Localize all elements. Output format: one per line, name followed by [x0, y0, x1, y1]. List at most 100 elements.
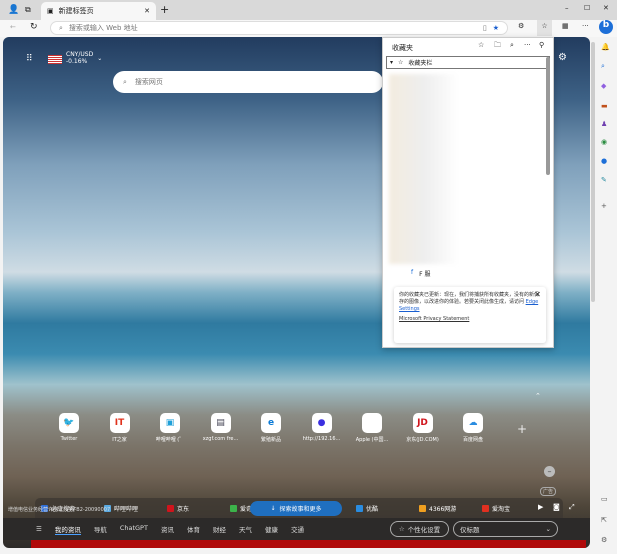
apps-grid-icon[interactable]: ⠿ [26, 54, 33, 64]
site-link-label: 爱淘宝 [492, 506, 511, 513]
back-button[interactable]: ← [10, 23, 16, 31]
favorite-star-icon[interactable]: ★ [493, 24, 499, 32]
site-link[interactable]: 爱淘宝 [482, 504, 510, 513]
quick-link-label: 哔哩哔哩 (゜ [155, 437, 185, 443]
chevron-down-icon[interactable]: ⌄ [97, 55, 102, 65]
quick-link[interactable]: ▣ 哔哩哔哩 (゜ [150, 413, 190, 443]
site-link-label: 京东 [177, 506, 190, 513]
web-search-box[interactable]: ⌕ 搜索网页 [113, 71, 383, 93]
more-icon[interactable]: ··· [582, 22, 589, 30]
add-folder-icon[interactable]: 🗀 [494, 41, 501, 52]
quick-link[interactable]: Apple (中国... [352, 413, 392, 443]
reading-view-icon[interactable]: ▯ [483, 24, 487, 32]
search-icon[interactable]: ⌕ [601, 62, 605, 71]
favorites-bar-folder[interactable]: ▾ ☆ 收藏夹栏 [386, 56, 550, 69]
quick-link[interactable]: IT IT之家 [100, 413, 140, 443]
outlook-icon[interactable]: ● [601, 157, 607, 165]
site-icon [419, 505, 426, 512]
bell-icon[interactable]: 🔔 [601, 43, 610, 51]
profile-icon[interactable]: 👤 [8, 5, 19, 15]
games-icon[interactable]: ♟ [601, 120, 607, 128]
chevron-down-icon: ⌄ [545, 525, 551, 533]
tag-icon[interactable]: ◆ [601, 82, 606, 90]
expand-icon[interactable]: ⤢ [569, 503, 575, 512]
workspaces-icon[interactable]: ⧉ [25, 5, 31, 15]
nav-tab[interactable]: 导航 [94, 524, 107, 535]
add-favorite-icon[interactable]: ☆ [478, 41, 484, 49]
tools-icon[interactable]: ✎ [601, 176, 607, 184]
nav-tab[interactable]: 资讯 [161, 524, 174, 535]
open-external-icon[interactable]: ⇱ [601, 516, 607, 524]
search-favorites-icon[interactable]: ⌕ [510, 41, 514, 50]
personalize-button[interactable]: ☆ 个性化设置 [390, 521, 449, 537]
play-icon[interactable]: ▶ [538, 503, 543, 511]
search-input[interactable]: 搜索网页 [135, 77, 163, 87]
page-icon: ▣ [47, 7, 54, 15]
tab-new-tab[interactable]: ▣ 新建标签页 ✕ [41, 2, 156, 20]
maximize-button[interactable]: ☐ [584, 4, 590, 12]
currency-change: -0.16% [66, 58, 88, 65]
minimize-button[interactable]: – [565, 4, 569, 12]
refresh-button[interactable]: ↻ [30, 22, 38, 32]
pin-icon[interactable]: ⚲ [539, 41, 544, 49]
more-options-icon[interactable]: ··· [524, 41, 531, 49]
edge-sidebar: 🔔 ⌕ ◆ ▬ ♟ ◉ ● ✎ + ▭ ⇱ ⚙ [591, 37, 617, 548]
address-input[interactable]: 搜索或输入 Web 地址 [69, 23, 477, 33]
menu-icon[interactable]: ☰ [36, 525, 42, 533]
copilot-icon[interactable]: b [599, 20, 613, 34]
new-tab-button[interactable]: + [160, 3, 169, 16]
layout-select[interactable]: 仅标题 ⌄ [453, 521, 558, 537]
toolbox-icon[interactable]: ▬ [601, 102, 608, 110]
add-sidebar-app-icon[interactable]: + [601, 202, 607, 210]
like-image-icon[interactable]: ◙ [553, 503, 560, 511]
nav-tab[interactable]: 财经 [213, 524, 226, 535]
quick-link[interactable]: ● http://192.16... [302, 413, 342, 442]
nav-tab[interactable]: 我的资讯 [54, 524, 81, 535]
nav-tab[interactable]: 天气 [239, 524, 252, 535]
currency-widget[interactable]: CNY/USD -0.16% ⌄ [48, 51, 102, 65]
scrollbar[interactable] [546, 57, 550, 175]
license-text[interactable]: 增值电信业务经营许可证: 合字B2-20090007 [8, 506, 110, 513]
site-icon: ☁ [463, 413, 483, 433]
add-quick-link-button[interactable]: + [517, 422, 527, 436]
quick-link[interactable]: 🐦 Twitter [49, 413, 89, 442]
quick-link[interactable]: ☁ 百度网盘 [453, 413, 493, 443]
sidebar-settings-icon[interactable]: ⚙ [601, 536, 607, 544]
site-link[interactable]: 4366网游 [419, 504, 456, 513]
quick-link[interactable]: e 繁殖新品 [251, 413, 291, 443]
nav-tab[interactable]: 交通 [291, 524, 304, 535]
favorite-item-label: F 服 [419, 271, 431, 278]
close-tab-icon[interactable]: ✕ [144, 7, 150, 15]
quick-link[interactable]: JD 京东(JD.COM) [403, 413, 443, 443]
split-screen-icon[interactable]: ▭ [601, 495, 608, 503]
close-notice-icon[interactable]: ✕ [534, 291, 541, 299]
favorites-title: 收藏夹 [392, 44, 413, 52]
address-bar[interactable]: ⌕ 搜索或输入 Web 地址 ▯ ★ [50, 21, 508, 35]
site-icon [230, 505, 237, 512]
folder-label: 收藏夹栏 [408, 60, 433, 67]
nav-tab[interactable]: ChatGPT [120, 524, 148, 535]
collections-icon[interactable]: ▦ [562, 22, 569, 30]
collapse-links-button[interactable]: – [544, 466, 555, 477]
site-icon [167, 505, 174, 512]
page-scrollbar[interactable] [591, 42, 595, 302]
favorite-item[interactable]: fF 服 [411, 269, 430, 278]
nav-tab[interactable]: 体育 [187, 524, 200, 535]
site-link[interactable]: 优酷 [356, 504, 378, 513]
quick-link-label: Apple (中国... [355, 437, 389, 443]
news-banner[interactable] [31, 540, 586, 548]
settings-gear-icon[interactable]: ⚙ [558, 52, 567, 63]
privacy-link[interactable]: Microsoft Privacy Statement [399, 316, 541, 323]
quick-link[interactable]: ▤ xzgf.com fre... [201, 413, 241, 442]
site-icon [482, 505, 489, 512]
nav-tab[interactable]: 健康 [265, 524, 278, 535]
caret-down-icon: ▾ [390, 59, 394, 66]
extensions-icon[interactable]: ⚙ [518, 22, 524, 30]
site-link[interactable]: 京东 [167, 504, 189, 513]
close-window-button[interactable]: ✕ [603, 4, 609, 12]
office-icon[interactable]: ◉ [601, 138, 607, 146]
collapse-up-icon[interactable]: ⌃ [535, 392, 541, 400]
favorites-button[interactable]: ☆ [537, 20, 552, 36]
personalize-label: 个性化设置 [407, 526, 441, 534]
explore-button[interactable]: ↓ 探索故事和更多 [250, 501, 342, 516]
